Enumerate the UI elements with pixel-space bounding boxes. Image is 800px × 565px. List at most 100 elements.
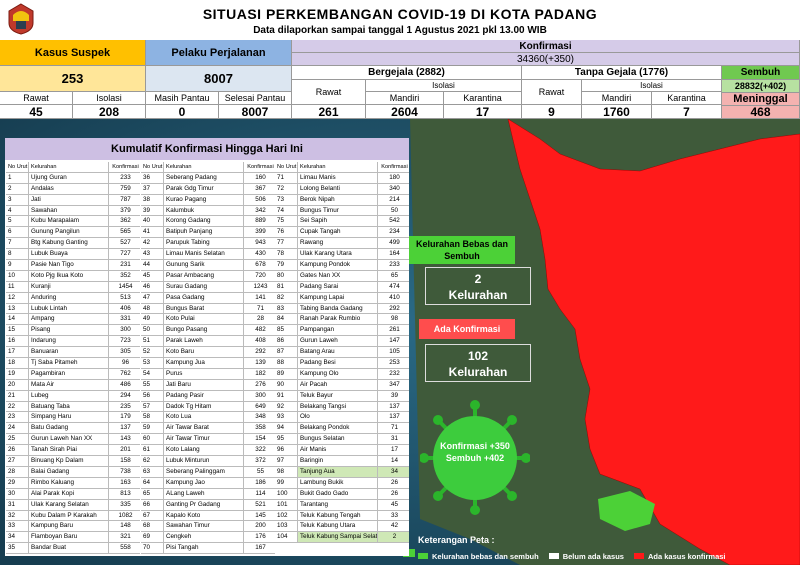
table-row: 68 Sawahan Timur 200 <box>141 521 275 533</box>
table-row: 45 Pasar Ambacang 720 <box>141 270 275 282</box>
table-cell: 399 <box>255 228 266 236</box>
table-cell: Padang Sarai <box>298 281 378 292</box>
table-cell: 362 <box>120 217 131 225</box>
table-cell: 95 <box>275 434 298 445</box>
table-cell: Gunung Sarik <box>164 260 244 270</box>
masih-pantau-value: 0 <box>146 105 219 119</box>
table-cell: 28 <box>6 466 29 477</box>
tanpa-gejala-label: Tanpa Gejala (1776) <box>522 66 722 80</box>
table-row: 41 Batipuh Panjang 399 <box>141 227 275 239</box>
table-cell: 31 <box>6 499 29 510</box>
table-column-2: No Urut Kelurahan Konfirmasi 36 Seberang Pad… <box>141 162 275 555</box>
table-cell: Belakang Pondok <box>298 423 378 434</box>
table-cell: 33 <box>390 511 398 519</box>
table-row: 14 Ampang 331 <box>6 314 140 326</box>
table-row: 64 Kampung Jao 186 <box>141 477 275 489</box>
table-row: 69 Cengkeh 176 <box>141 532 275 544</box>
table-cell: Kuranji <box>29 281 109 292</box>
table-row: 71 Limau Manis 180 <box>275 172 409 184</box>
ada-unit: Kelurahan <box>448 365 508 379</box>
meninggal-label: Meninggal <box>722 93 800 106</box>
table-cell: 486 <box>120 380 131 388</box>
table-cell: Anduring <box>29 292 109 303</box>
table-cell: 214 <box>389 195 400 203</box>
table-cell: 84 <box>275 314 298 325</box>
table-cell: Bandar Buat <box>29 543 109 554</box>
table-cell: Pasar Ambacang <box>164 270 244 281</box>
table-cell: 85 <box>275 325 298 336</box>
table-row: 8 Lubuk Buaya 727 <box>6 249 140 261</box>
table-row: 70 Pisi Tangah 167 <box>141 543 275 555</box>
table-cell: 31 <box>390 435 398 443</box>
table-cell: 474 <box>389 282 400 290</box>
table-cell: Berok Nipah <box>298 194 378 205</box>
table-cell: 167 <box>255 544 266 552</box>
table-cell: 28 <box>256 315 264 323</box>
table-cell: 139 <box>255 359 266 367</box>
meninggal-value: 468 <box>722 106 800 119</box>
table-cell: Bukit Gado Gado <box>298 488 378 499</box>
tanpa-gejala-mandiri-label: Mandiri <box>582 92 652 105</box>
table-cell: Kampung Lapai <box>298 292 378 303</box>
table-cell: 34 <box>378 466 409 477</box>
table-cell: 10 <box>6 270 29 281</box>
table-cell: Pasa Gadang <box>164 292 244 303</box>
table-cell: 46 <box>141 281 164 292</box>
table-header-row: No Urut Kelurahan Konfirmasi <box>275 162 409 173</box>
table-row: 65 ALang Laweh 114 <box>141 488 275 500</box>
table-row: 38 Kurao Pagang 506 <box>141 194 275 206</box>
table-row: 40 Korong Gadang 889 <box>141 216 275 228</box>
table-header-cell: No Urut <box>277 162 298 172</box>
table-cell: Seberang Padang <box>164 172 244 183</box>
table-cell: 233 <box>120 173 131 181</box>
table-cell: 35 <box>6 543 29 554</box>
table-row: 54 Purus 182 <box>141 368 275 380</box>
table-header-cell: Konfirmasi <box>112 164 139 170</box>
table-cell: 69 <box>141 532 164 543</box>
table-cell: Flamboyan Baru <box>29 532 109 543</box>
table-cell: 14 <box>6 314 29 325</box>
table-cell: Balai Gadang <box>29 466 109 477</box>
table-cell: 331 <box>120 315 131 323</box>
table-cell: Btg Kabung Ganting <box>29 238 109 249</box>
table-row: 66 Ganting Pr Gadang 521 <box>141 499 275 511</box>
table-row: 48 Bungus Barat 71 <box>141 303 275 315</box>
table-cell: Cupak Tangah <box>298 227 378 238</box>
table-row: 60 Air Tawar Timur 154 <box>141 434 275 446</box>
table-row: 46 Surau Gadang 1243 <box>141 281 275 293</box>
table-cell: Lubuk Minturun <box>164 456 244 466</box>
table-cell: 37 <box>141 183 164 194</box>
table-cell: 43 <box>141 249 164 260</box>
bergejala-label: Bergejala (2882) <box>292 66 522 80</box>
bergejala-rawat-value: 261 <box>292 105 366 119</box>
table-row: 77 Rawang 499 <box>275 238 409 250</box>
table-cell: 147 <box>389 337 400 345</box>
table-cell: 47 <box>141 292 164 303</box>
table-cell: 372 <box>255 457 266 465</box>
table-cell: 114 <box>255 489 266 497</box>
table-cell: 32 <box>6 510 29 521</box>
ada-value: 102 <box>467 349 489 363</box>
table-cell: 91 <box>275 390 298 401</box>
table-cell: 527 <box>120 239 131 247</box>
table-cell: Pisang <box>29 325 109 336</box>
table-cell: 8 <box>6 249 29 260</box>
bebas-unit: Kelurahan <box>448 288 508 302</box>
table-cell: 45 <box>390 500 398 508</box>
table-cell: 71 <box>256 304 264 312</box>
table-cell: Sawahan Timur <box>164 521 244 532</box>
table-row: 95 Bungus Selatan 31 <box>275 434 409 446</box>
table-cell: 41 <box>141 227 164 238</box>
table-cell: 148 <box>120 522 131 530</box>
table-row: 3 Jati 787 <box>6 194 140 206</box>
table-row: 74 Bungus Timur 50 <box>275 205 409 217</box>
table-cell: 347 <box>389 380 400 388</box>
table-row: 5 Kubu Marapalam 362 <box>6 216 140 228</box>
table-cell: 253 <box>389 359 400 367</box>
table-cell: Parupuk Tabing <box>164 238 244 249</box>
table-row: 97 Baringin 14 <box>275 456 409 467</box>
table-cell: 294 <box>120 391 131 399</box>
table-cell: 39 <box>141 205 164 216</box>
table-cell: 65 <box>390 271 398 279</box>
table-cell: 30 <box>6 488 29 499</box>
